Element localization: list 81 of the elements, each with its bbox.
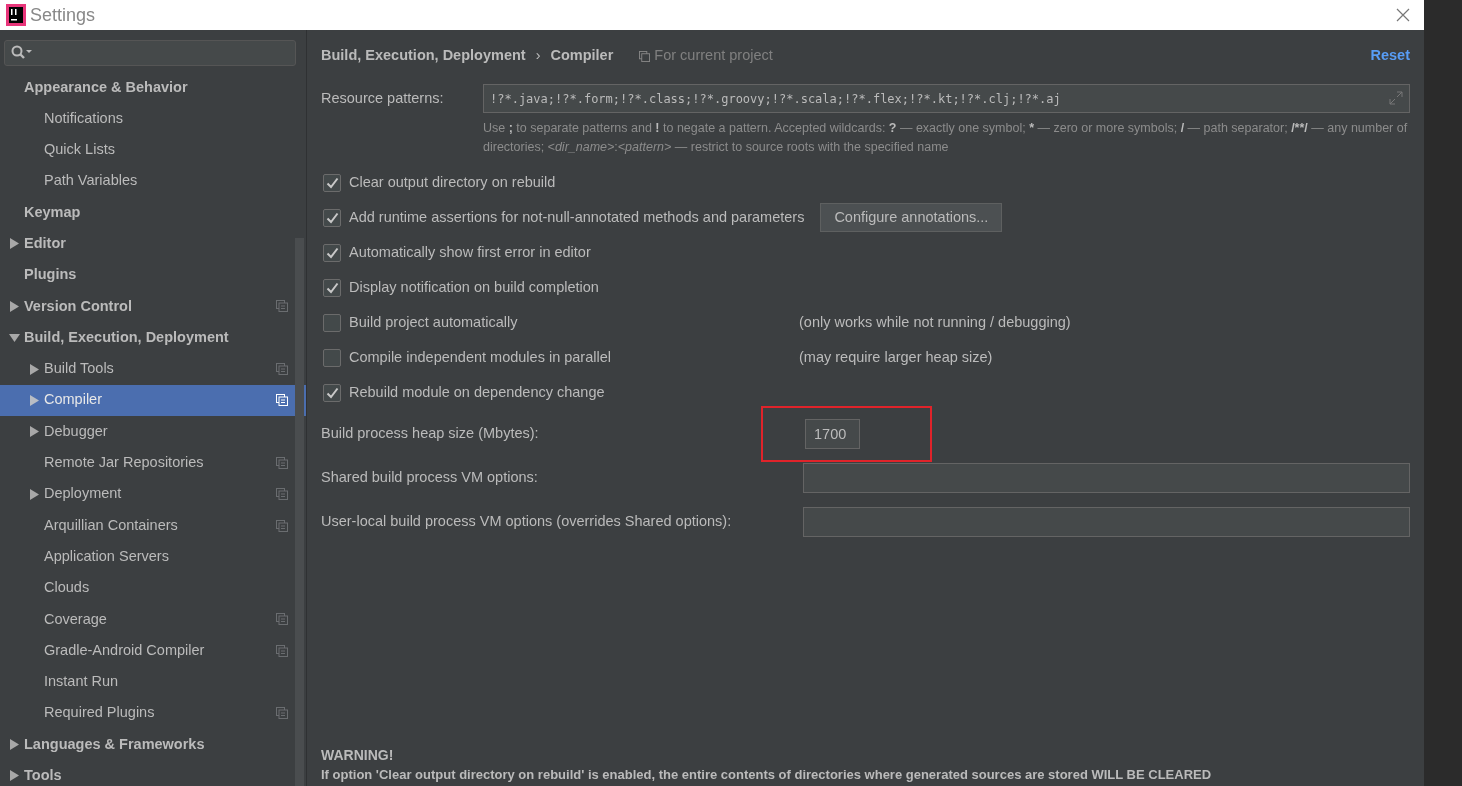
tree-item[interactable]: Version Control (0, 290, 306, 323)
collapsed-arrow-icon[interactable] (28, 363, 40, 375)
copy-icon (276, 363, 288, 376)
configure-button[interactable]: Configure annotations... (820, 202, 1003, 233)
resource-patterns-field[interactable]: !?*.java;!?*.form;!?*.class;!?*.groovy;!?*.scala;!?*.flex;!?*.kt;!?*.clj;!?*.aj (483, 84, 1410, 113)
copy-icon (276, 644, 288, 657)
checkbox-label[interactable]: Add runtime assertions for not-null-annotated methods and parameters (349, 206, 805, 229)
breadcrumb: Compiler (550, 46, 614, 66)
checkbox[interactable] (323, 208, 341, 227)
copy-icon (276, 519, 288, 532)
checkbox-label[interactable]: Rebuild module on dependency change (349, 381, 605, 404)
tree-item[interactable]: Application Servers (0, 541, 306, 573)
tree-item[interactable]: Appearance & Behavior (0, 71, 306, 104)
vm-options-field[interactable] (803, 507, 1410, 537)
search-icon (11, 44, 33, 61)
copy-icon (276, 456, 288, 469)
checkbox[interactable] (323, 383, 341, 402)
search-field[interactable] (4, 40, 296, 66)
copy-icon (276, 488, 288, 501)
field-label: Resource patterns: (321, 88, 445, 108)
checkbox[interactable] (323, 278, 341, 297)
tree-item[interactable]: Plugins (0, 259, 306, 291)
checkbox-label[interactable]: Automatically show first error in editor (349, 241, 591, 264)
tree-item[interactable]: Instant Run (0, 666, 306, 698)
tree-item[interactable]: Tools (0, 760, 306, 786)
field-label: User-local build process VM options (overrides Shared options): (321, 512, 733, 532)
tree-item[interactable]: Required Plugins (0, 697, 306, 729)
copy-icon (276, 394, 288, 407)
checkbox[interactable] (323, 243, 341, 262)
app-logo-icon (6, 4, 26, 26)
checkbox-label[interactable]: Compile independent modules in parallel (349, 346, 611, 369)
close-icon[interactable] (1396, 8, 1410, 22)
collapsed-arrow-icon[interactable] (28, 394, 40, 406)
tree-item[interactable]: Build, Execution, Deployment (0, 322, 306, 354)
tree-item[interactable]: Keymap (0, 196, 306, 229)
collapsed-arrow-icon[interactable] (28, 488, 40, 500)
collapsed-arrow-icon[interactable] (28, 426, 40, 438)
tree-item[interactable]: Remote Jar Repositories (0, 447, 306, 479)
copy-icon (276, 300, 288, 313)
tree-item[interactable]: Path Variables (0, 165, 306, 197)
field-label: Shared build process VM options: (321, 468, 539, 488)
checkbox-label[interactable]: Build project automatically (349, 311, 518, 334)
note-text: (only works while not running / debugging) (799, 312, 1071, 332)
field-label: Build process heap size (Mbytes): (321, 424, 540, 444)
note-text: (may require larger heap size) (799, 347, 993, 367)
collapsed-arrow-icon[interactable] (8, 238, 20, 250)
tree-item[interactable]: Gradle-Android Compiler (0, 635, 306, 667)
expanded-arrow-icon[interactable] (8, 332, 20, 344)
tree-item[interactable]: Arquillian Containers (0, 509, 306, 542)
tree-item[interactable]: Quick Lists (0, 134, 306, 166)
collapsed-arrow-icon[interactable] (8, 739, 20, 751)
reset-link[interactable]: Reset (1370, 45, 1410, 67)
checkbox-label[interactable]: Clear output directory on rebuild (349, 171, 556, 194)
tree-item[interactable]: Coverage (0, 603, 306, 636)
checkbox-label[interactable]: Display notification on build completion (349, 276, 599, 299)
breadcrumb[interactable]: Build, Execution, Deployment (321, 45, 526, 67)
breadcrumb-separator: › (535, 46, 541, 66)
copy-icon (276, 613, 288, 626)
warning-text: If option 'Clear output directory on rebuild' is enabled, the entire contents of directories where generated sources are stored WILL BE CLEARED (321, 766, 1213, 784)
tree-item[interactable]: Languages & Frameworks (0, 729, 306, 761)
scope-label: For current project (654, 46, 773, 66)
tree-item[interactable]: Editor (0, 228, 306, 260)
checkbox[interactable] (323, 348, 341, 367)
tree-item[interactable]: Debugger (0, 416, 306, 448)
tree-item[interactable]: Build Tools (0, 353, 306, 385)
window-title: Settings (30, 3, 96, 27)
tree-item[interactable]: Clouds (0, 572, 306, 604)
copy-icon (276, 707, 288, 720)
tree-item[interactable]: Deployment (0, 478, 306, 510)
collapsed-arrow-icon[interactable] (8, 770, 20, 782)
scrollbar[interactable] (295, 238, 304, 786)
vm-options-field[interactable] (803, 463, 1410, 493)
hint-text: Use ; to separate patterns and ! to negate a pattern. Accepted wildcards: ? — exactly one symbol; * — zero or more symbols; / — path separator; /**/ — any number of directories; <dir_name>:<pattern> — restrict to source roots with the specified name (483, 120, 1409, 156)
checkbox[interactable] (323, 313, 341, 332)
checkbox[interactable] (323, 173, 341, 192)
heap-size-field[interactable]: 1700 (805, 419, 860, 449)
copy-icon (639, 50, 651, 62)
collapsed-arrow-icon[interactable] (8, 300, 20, 312)
tree-item[interactable]: Compiler (0, 384, 306, 416)
tree-item[interactable]: Notifications (0, 103, 306, 135)
warning-title: WARNING! (321, 746, 395, 765)
